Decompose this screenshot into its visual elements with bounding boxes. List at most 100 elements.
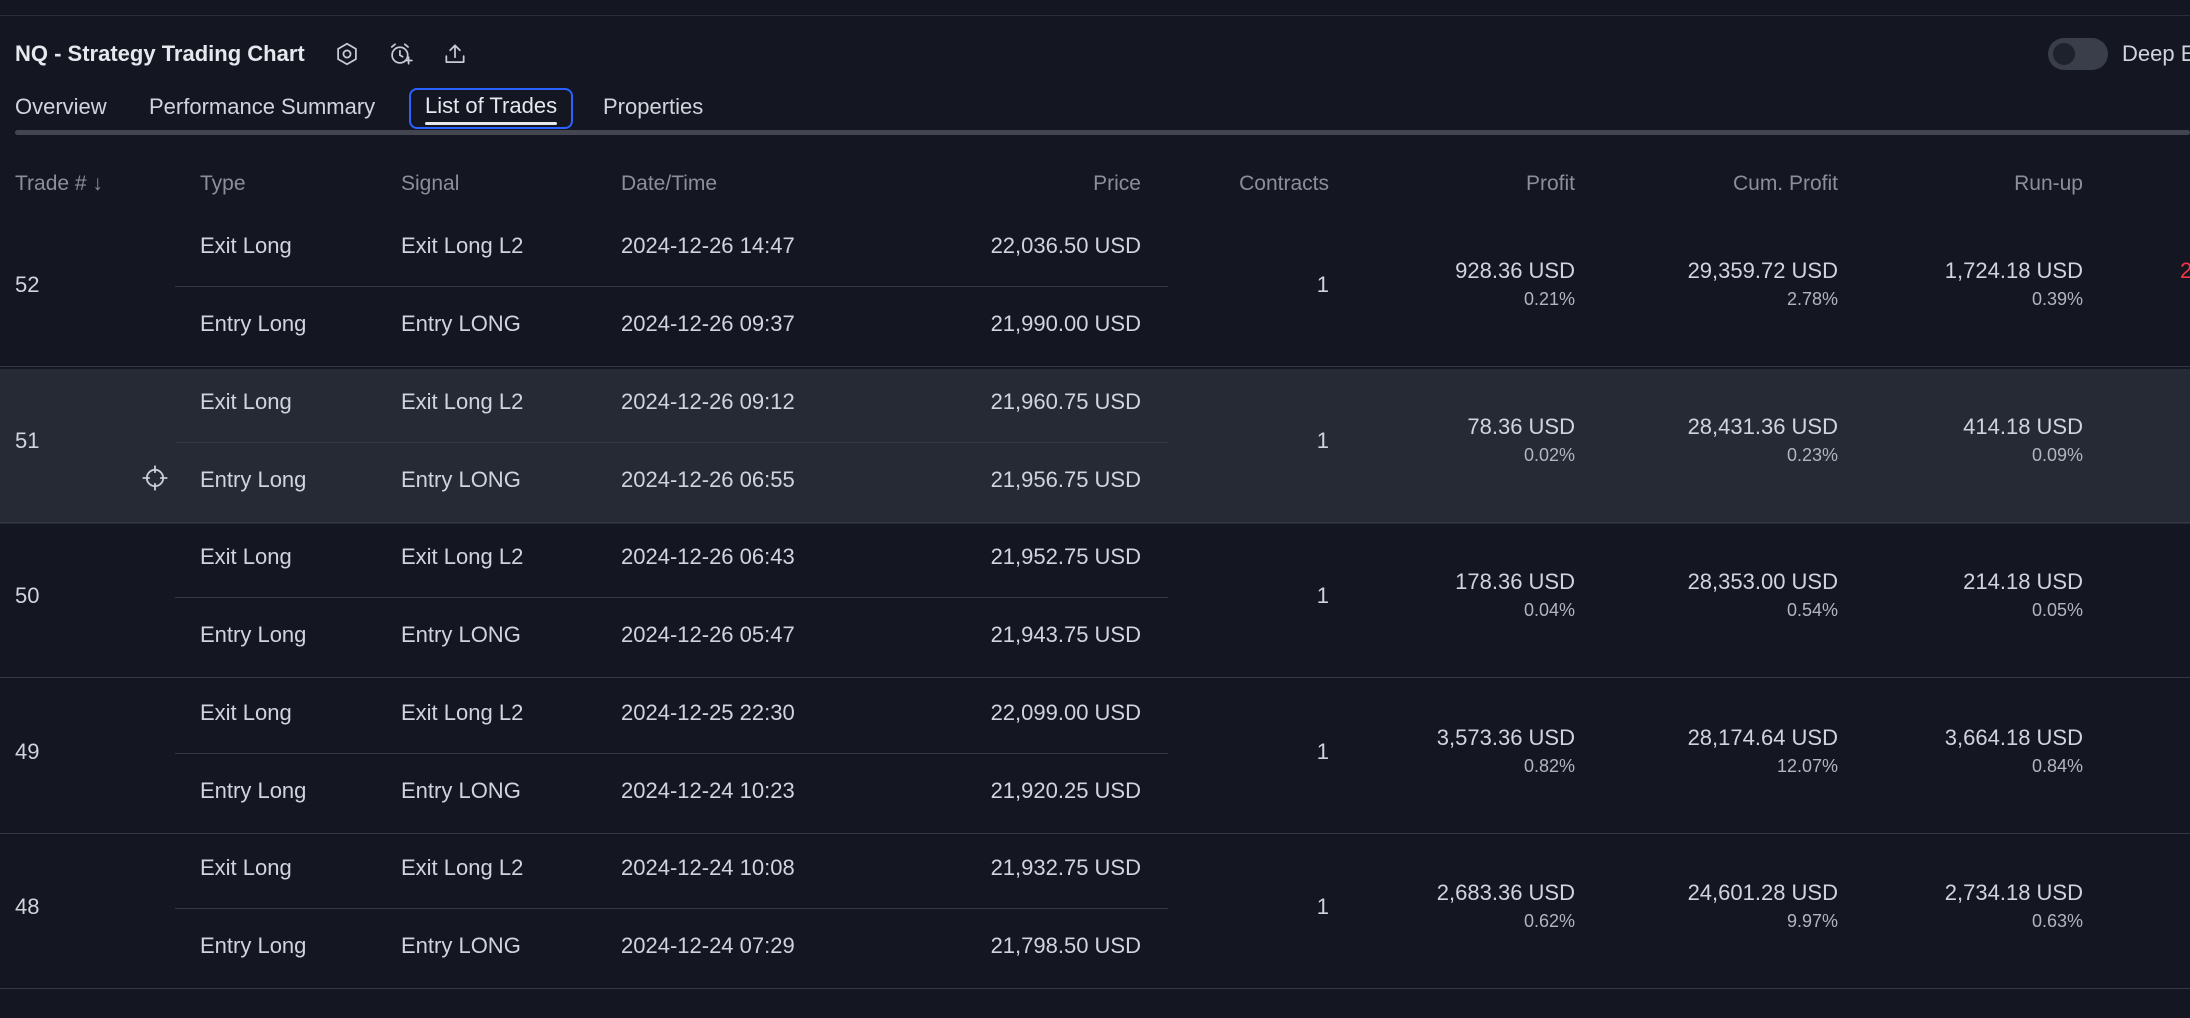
tab-bar: Overview Performance Summary List of Tra… <box>0 88 2190 136</box>
deep-backtesting-toggle[interactable] <box>2048 38 2108 70</box>
profit-percent: 0.02% <box>1523 445 1575 465</box>
entry-type: Entry Long <box>200 778 307 803</box>
trade-number: 48 <box>15 894 40 919</box>
exit-datetime: 2024-12-26 06:43 <box>621 544 795 569</box>
exit-price: 21,960.75 USD <box>990 389 1141 414</box>
entry-datetime: 2024-12-24 10:23 <box>621 778 795 803</box>
trade-number: 50 <box>15 583 40 608</box>
runup-percent: 0.39% <box>2031 289 2083 309</box>
exit-signal: Exit Long L2 <box>401 855 524 880</box>
contracts-value: 1 <box>1316 428 1329 453</box>
export-icon[interactable] <box>439 38 471 70</box>
profit-percent: 0.62% <box>1523 911 1575 931</box>
strategy-title: NQ - Strategy Trading Chart <box>15 41 305 66</box>
entry-price: 21,990.00 USD <box>990 311 1141 336</box>
row-divider <box>175 442 1168 443</box>
trade-number: 49 <box>15 739 40 764</box>
cum-profit-percent: 9.97% <box>1786 911 1838 931</box>
profit-value: 3,573.36 USD <box>1436 725 1575 750</box>
tab-properties[interactable]: Properties <box>603 94 703 120</box>
profit-value: 2,683.36 USD <box>1436 880 1575 905</box>
trade-divider <box>0 522 2190 523</box>
trade-number: 52 <box>15 272 40 297</box>
runup-value: 414.18 USD <box>1963 414 2083 439</box>
contracts-value: 1 <box>1316 583 1329 608</box>
cum-profit-value: 29,359.72 USD <box>1687 258 1838 283</box>
row-divider <box>175 908 1168 909</box>
exit-signal: Exit Long L2 <box>401 233 524 258</box>
entry-price: 21,956.75 USD <box>990 467 1141 492</box>
trade-divider <box>0 988 2190 989</box>
top-divider <box>0 15 2190 16</box>
runup-value: 3,664.18 USD <box>1944 725 2083 750</box>
cum-profit-percent: 2.78% <box>1786 289 1838 309</box>
entry-datetime: 2024-12-24 07:29 <box>621 933 795 958</box>
drawdown-value-clipped: 2 <box>2180 258 2190 283</box>
col-datetime: Date/Time <box>621 172 718 195</box>
exit-datetime: 2024-12-26 14:47 <box>621 233 795 258</box>
contracts-value: 1 <box>1316 739 1329 764</box>
col-profit: Profit <box>1525 172 1575 195</box>
profit-value: 78.36 USD <box>1467 414 1575 439</box>
runup-percent: 0.84% <box>2031 756 2083 776</box>
col-price: Price <box>1093 172 1141 195</box>
col-cum-profit: Cum. Profit <box>1732 172 1838 195</box>
entry-type: Entry Long <box>200 467 307 492</box>
runup-percent: 0.63% <box>2031 911 2083 931</box>
tab-performance-summary[interactable]: Performance Summary <box>149 94 375 120</box>
entry-datetime: 2024-12-26 06:55 <box>621 467 795 492</box>
trade-divider <box>0 366 2190 367</box>
add-alert-icon[interactable] <box>385 38 417 70</box>
profit-percent: 0.21% <box>1523 289 1575 309</box>
profit-percent: 0.82% <box>1523 756 1575 776</box>
tab-list-of-trades[interactable]: List of Trades <box>409 88 574 129</box>
exit-price: 22,099.00 USD <box>990 700 1141 725</box>
deep-backtesting-control: Deep E <box>2048 38 2190 70</box>
entry-signal: Entry LONG <box>401 311 521 336</box>
exit-type: Exit Long <box>200 389 292 414</box>
row-divider <box>175 286 1168 287</box>
crosshair-icon[interactable] <box>141 464 169 492</box>
runup-value: 214.18 USD <box>1963 569 2083 594</box>
cum-profit-value: 28,431.36 USD <box>1687 414 1838 439</box>
trade-divider <box>0 677 2190 678</box>
cum-profit-value: 24,601.28 USD <box>1687 880 1838 905</box>
profit-value: 178.36 USD <box>1455 569 1575 594</box>
exit-signal: Exit Long L2 <box>401 544 524 569</box>
report-header: NQ - Strategy Trading Chart <box>15 36 493 72</box>
tab-overview[interactable]: Overview <box>15 94 107 120</box>
entry-type: Entry Long <box>200 311 307 336</box>
exit-datetime: 2024-12-24 10:08 <box>621 855 795 880</box>
exit-price: 22,036.50 USD <box>990 233 1141 258</box>
entry-signal: Entry LONG <box>401 933 521 958</box>
toggle-label: Deep E <box>2122 41 2190 66</box>
entry-price: 21,798.50 USD <box>990 933 1141 958</box>
toggle-knob <box>2053 43 2075 65</box>
trade-divider <box>0 833 2190 834</box>
entry-signal: Entry LONG <box>401 778 521 803</box>
runup-value: 2,734.18 USD <box>1944 880 2083 905</box>
contracts-value: 1 <box>1316 894 1329 919</box>
entry-datetime: 2024-12-26 05:47 <box>621 622 795 647</box>
exit-price: 21,932.75 USD <box>990 855 1141 880</box>
profit-value: 928.36 USD <box>1455 258 1575 283</box>
profit-percent: 0.04% <box>1523 600 1575 620</box>
runup-percent: 0.09% <box>2031 445 2083 465</box>
runup-percent: 0.05% <box>2031 600 2083 620</box>
trade-number: 51 <box>15 428 40 453</box>
entry-price: 21,920.25 USD <box>990 778 1141 803</box>
cum-profit-percent: 0.23% <box>1786 445 1838 465</box>
exit-type: Exit Long <box>200 544 292 569</box>
contracts-value: 1 <box>1316 272 1329 297</box>
exit-type: Exit Long <box>200 855 292 880</box>
col-contracts: Contracts <box>1239 172 1329 195</box>
settings-icon[interactable] <box>331 38 363 70</box>
entry-signal: Entry LONG <box>401 467 521 492</box>
exit-datetime: 2024-12-26 09:12 <box>621 389 795 414</box>
entry-price: 21,943.75 USD <box>990 622 1141 647</box>
col-trade-number[interactable]: Trade # ↓ <box>15 172 103 196</box>
cum-profit-percent: 12.07% <box>1776 756 1838 776</box>
exit-type: Exit Long <box>200 700 292 725</box>
cum-profit-value: 28,353.00 USD <box>1687 569 1838 594</box>
exit-price: 21,952.75 USD <box>990 544 1141 569</box>
